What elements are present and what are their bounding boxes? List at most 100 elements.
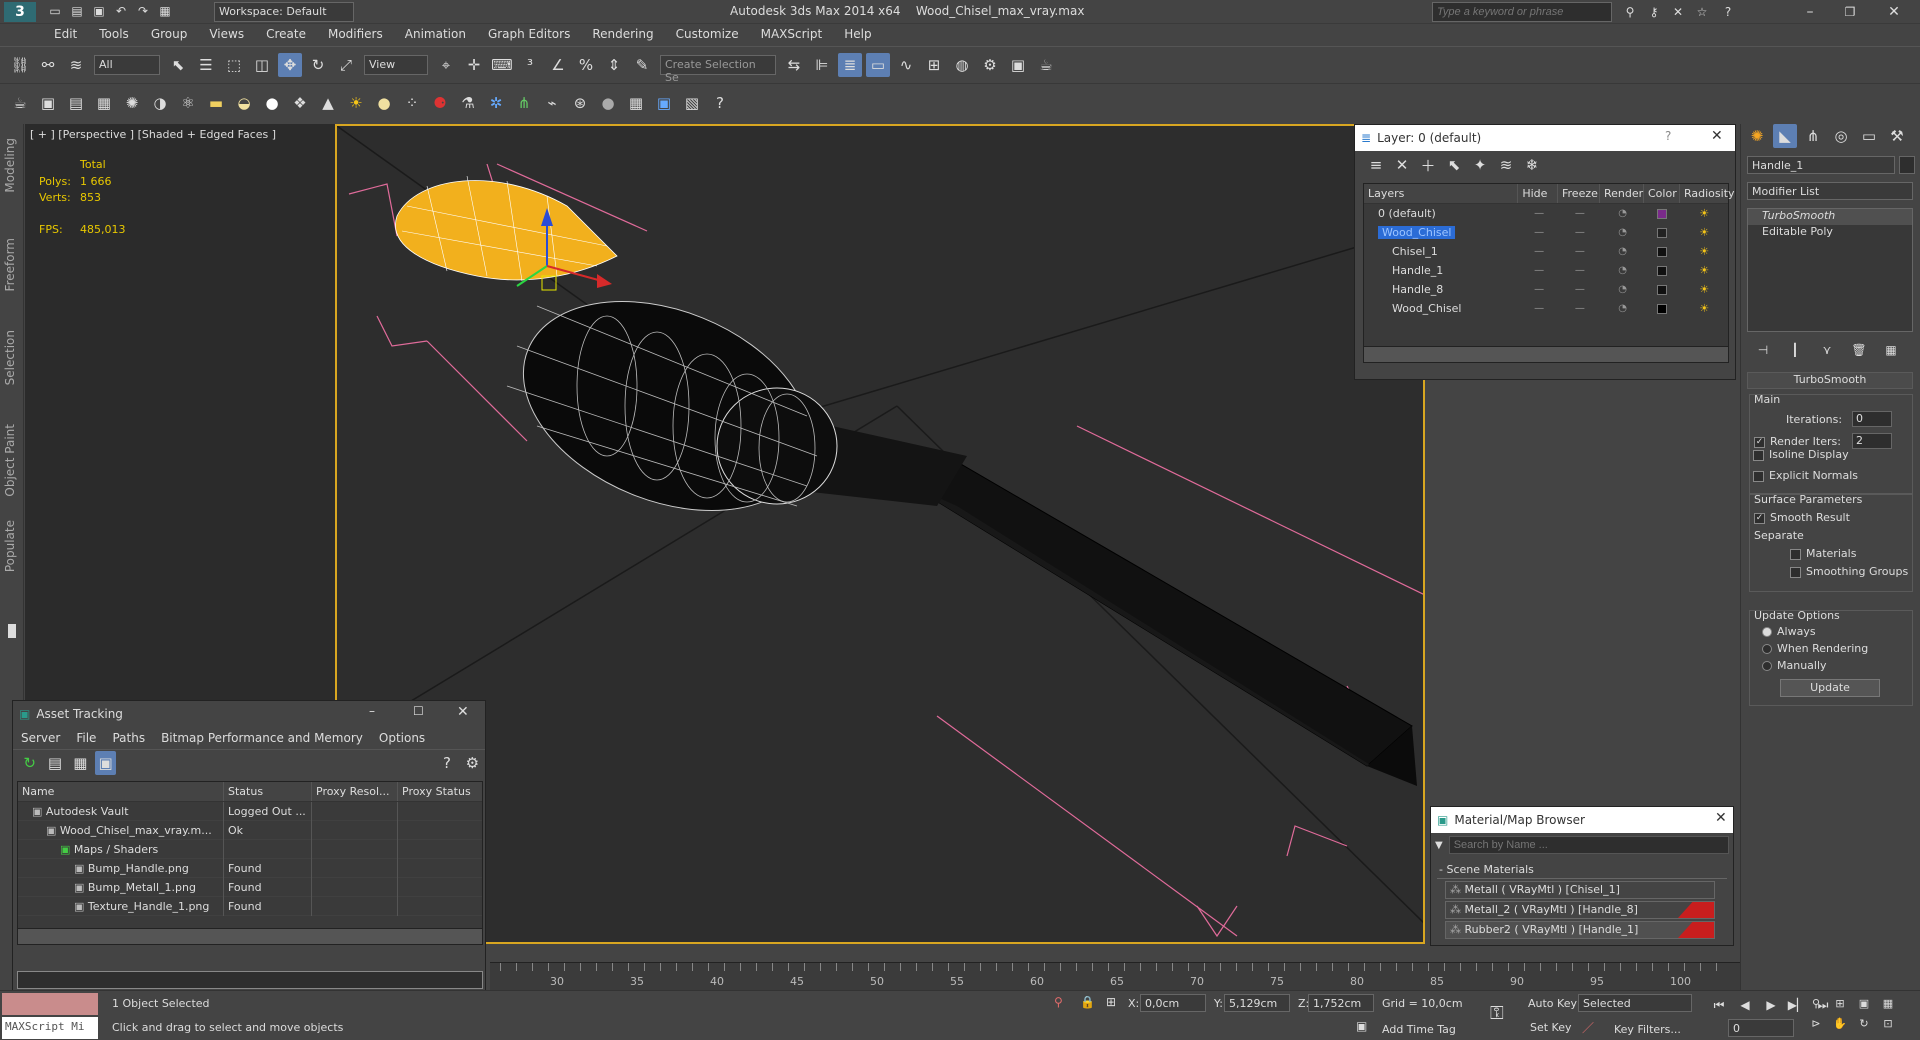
vray-sphere-material-icon[interactable]: ● (596, 91, 620, 115)
asset-row[interactable]: ▣ Texture_Handle_1.png Found (18, 896, 482, 916)
vray-material-lister-icon[interactable]: ▦ (624, 91, 648, 115)
render-setup-icon[interactable]: ⚙ (978, 53, 1002, 77)
col-render[interactable]: Render (1600, 184, 1644, 203)
col-hide[interactable]: Hide (1518, 184, 1558, 203)
smooth-result-checkbox[interactable]: ✓ (1754, 512, 1765, 524)
window-crossing-icon[interactable]: ◫ (250, 53, 274, 77)
create-tab-icon[interactable]: ✺ (1745, 124, 1769, 148)
col-status[interactable]: Status (224, 782, 312, 801)
layer-color-swatch[interactable] (1657, 284, 1668, 295)
render-toggle[interactable]: ◔ (1601, 265, 1645, 276)
asset-row[interactable]: ▣ Maps / Shaders (18, 839, 482, 859)
rect-selection-icon[interactable]: ⬚ (222, 53, 246, 77)
menu-views[interactable]: Views (198, 24, 255, 44)
table-view-icon[interactable]: ▣ (94, 750, 117, 775)
freeze-toggle[interactable]: — (1559, 265, 1601, 276)
previous-frame-icon[interactable]: ◀ (1734, 993, 1756, 1017)
render-iters-checkbox[interactable]: ✓ (1754, 436, 1765, 448)
asset-menu-server[interactable]: Server (13, 731, 68, 745)
configure-sets-icon[interactable]: ▦ (1877, 338, 1905, 362)
create-layer-icon[interactable]: ≡ (1365, 153, 1387, 177)
remove-modifier-icon[interactable]: 🗑 (1845, 338, 1873, 362)
save-file-icon[interactable]: ▣ (90, 2, 108, 20)
stack-item-editable-poly[interactable]: Editable Poly (1748, 225, 1912, 241)
material-item[interactable]: ⁂ Metall_2 ( VRayMtl ) [Handle_8] (1445, 901, 1715, 919)
set-key-button[interactable]: Set Key (1530, 1021, 1572, 1034)
manually-radio[interactable] (1762, 661, 1772, 671)
list-view-icon[interactable]: ▤ (44, 751, 65, 775)
current-frame-field[interactable]: 0 (1728, 1019, 1794, 1037)
radiosity-icon[interactable]: ☀ (1680, 245, 1728, 258)
freeze-toggle[interactable]: — (1559, 303, 1601, 314)
hierarchy-tab-icon[interactable]: ⋔ (1801, 124, 1825, 148)
select-by-name-icon[interactable]: ☰ (194, 53, 218, 77)
teapot-icon[interactable]: ☕ (8, 91, 32, 115)
object-color-swatch[interactable] (1899, 156, 1915, 174)
show-end-result-icon[interactable]: ┃ (1781, 338, 1809, 362)
refresh-icon[interactable]: ↻ (19, 751, 40, 775)
named-selection-dropdown[interactable]: Create Selection Se (660, 55, 776, 84)
make-unique-icon[interactable]: ⋎ (1813, 338, 1841, 362)
maxscript-listener-top[interactable] (2, 993, 98, 1015)
vray-sphere-icon[interactable]: ● (260, 91, 284, 115)
layer-color-swatch[interactable] (1657, 208, 1668, 219)
time-tag-icon[interactable]: ▣ (1356, 1019, 1367, 1033)
radiosity-icon[interactable]: ☀ (1680, 226, 1728, 239)
delete-layer-icon[interactable]: ✕ (1391, 153, 1413, 177)
radiosity-icon[interactable]: ☀ (1680, 207, 1728, 220)
ribbon-toggle-icon[interactable]: ▭ (866, 53, 890, 77)
col-proxy-status[interactable]: Proxy Status (398, 782, 482, 801)
freeze-toggle[interactable]: — (1559, 284, 1601, 295)
asset-row[interactable]: ▣ Wood_Chisel_max_vray.m... Ok (18, 820, 482, 840)
help-icon[interactable]: ? (1716, 2, 1740, 22)
radiosity-icon[interactable]: ☀ (1680, 264, 1728, 277)
go-to-start-icon[interactable]: ⏮ (1708, 993, 1730, 1017)
select-in-layer-icon[interactable]: ⬉ (1443, 153, 1465, 177)
modify-tab-icon[interactable]: ◣ (1773, 124, 1797, 148)
vray-physical-camera-icon[interactable]: ⚗ (456, 91, 480, 115)
ribbon-expand-icon[interactable] (8, 624, 16, 638)
scene-materials-section[interactable]: - Scene Materials (1437, 861, 1727, 879)
move-icon[interactable]: ✥ (278, 53, 302, 77)
vray-sun-icon[interactable]: ☀ (344, 91, 368, 115)
lock-selection-icon[interactable]: 🔒 (1080, 995, 1095, 1009)
x-coordinate-field[interactable]: 0,0cm (1140, 994, 1206, 1012)
asset-row[interactable]: ▣ Bump_Handle.png Found (18, 858, 482, 878)
hold-icon[interactable]: ▦ (156, 2, 174, 20)
spinner-snap-icon[interactable]: ⇕ (602, 53, 626, 77)
y-coordinate-field[interactable]: 5,129cm (1224, 994, 1290, 1012)
freeze-all-layers-icon[interactable]: ❄ (1521, 153, 1543, 177)
asset-row[interactable]: ▣ Autodesk Vault Logged Out ... (18, 801, 482, 821)
set-key-icon[interactable]: ／ (1582, 1019, 1594, 1036)
pivot-center-icon[interactable]: ⌖ (434, 53, 458, 77)
ribbon-tab-modeling[interactable]: Modeling (3, 138, 17, 193)
asset-menu-paths[interactable]: Paths (104, 731, 153, 745)
zoom-extents-all-icon[interactable]: ▦ (1878, 993, 1898, 1013)
close-icon[interactable]: ✕ (1882, 0, 1906, 24)
material-item[interactable]: ⁂ Metall ( VRayMtl ) [Chisel_1] (1445, 881, 1715, 899)
col-radiosity[interactable]: Radiosity (1680, 184, 1735, 203)
add-time-tag[interactable]: Add Time Tag (1382, 1023, 1456, 1036)
layer-color-swatch[interactable] (1657, 246, 1668, 257)
menu-tools[interactable]: Tools (88, 24, 140, 44)
col-proxy-resolution[interactable]: Proxy Resol... (312, 782, 398, 801)
select-object-icon[interactable]: ⬉ (166, 53, 190, 77)
freeze-toggle[interactable]: — (1559, 227, 1601, 238)
hide-toggle[interactable]: — (1519, 284, 1559, 295)
layer-row[interactable]: Wood_Chisel — — ◔ ☀ (1364, 299, 1728, 318)
col-freeze[interactable]: Freeze (1558, 184, 1600, 203)
viewport-label[interactable]: [ + ] [Perspective ] [Shaded + Edged Fac… (30, 128, 276, 141)
perspective-viewport[interactable] (335, 124, 1425, 944)
material-browser-window[interactable]: ▣ Material/Map Browser ✕ ▼ - Scene Mater… (1430, 806, 1734, 946)
ribbon-tab-populate[interactable]: Populate (3, 520, 17, 572)
key-icon[interactable]: ⚷ (1644, 2, 1664, 22)
exposure-icon[interactable]: ◑ (148, 91, 172, 115)
menu-graph-editors[interactable]: Graph Editors (477, 24, 581, 44)
col-layers[interactable]: Layers (1364, 184, 1519, 203)
iterations-spinner[interactable]: 0 (1852, 411, 1892, 427)
field-of-view-icon[interactable]: ⊳ (1806, 1013, 1826, 1033)
menu-modifiers[interactable]: Modifiers (317, 24, 394, 44)
render-toggle[interactable]: ◔ (1601, 246, 1645, 257)
asset-menu-file[interactable]: File (68, 731, 104, 745)
asset-maximize-icon[interactable]: ☐ (413, 704, 424, 718)
